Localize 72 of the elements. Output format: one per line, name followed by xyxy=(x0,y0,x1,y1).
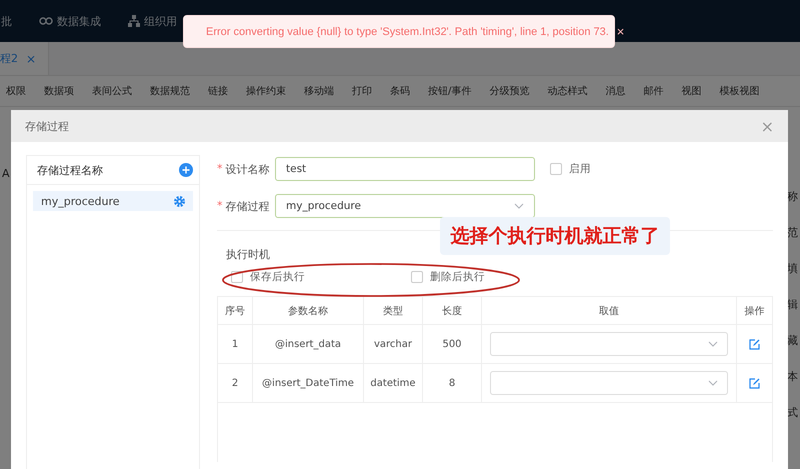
column-header: 操作 xyxy=(744,304,766,318)
checkbox-label[interactable]: 保存后执行 xyxy=(250,270,305,284)
tab[interactable]: 程2 × xyxy=(0,42,50,75)
close-icon[interactable]: × xyxy=(616,24,624,39)
toolbar-item[interactable]: 权限 xyxy=(6,84,26,98)
nav-item[interactable]: 组织用 xyxy=(144,14,177,28)
section-label: 执行时机 xyxy=(226,247,271,262)
toolbar-item[interactable]: 消息 xyxy=(605,84,626,98)
select-field[interactable] xyxy=(490,371,728,395)
toolbar-item[interactable]: 视图 xyxy=(681,84,702,98)
add-icon xyxy=(179,163,193,177)
toolbar-item[interactable]: 动态样式 xyxy=(547,84,588,98)
checkbox[interactable] xyxy=(411,271,423,283)
nav-item[interactable]: 批 xyxy=(1,14,12,28)
table-cell: 2 xyxy=(218,364,253,402)
column-header: 长度 xyxy=(423,297,482,324)
checkbox-label[interactable]: 删除后执行 xyxy=(430,270,485,284)
close-icon[interactable]: × xyxy=(26,52,36,66)
toolbar-item[interactable]: 打印 xyxy=(352,84,372,98)
edit-icon[interactable] xyxy=(749,378,760,388)
table-cell: @insert_DateTime xyxy=(253,364,364,402)
toolbar-item[interactable]: 按钮/事件 xyxy=(428,84,472,98)
toolbar-item[interactable]: 移动端 xyxy=(304,84,334,98)
table-cell: @insert_data xyxy=(253,325,364,363)
text-fragment: 填 xyxy=(787,261,798,276)
annotation-callout: 选择个执行时机就正常了 xyxy=(440,217,670,255)
error-message: Error converting value {null} to type 'System.Int32'. Path 'timing', line 1, position 73. xyxy=(206,26,609,38)
close-icon[interactable]: × xyxy=(760,116,774,136)
text-fragment: A xyxy=(2,167,10,180)
toolbar-item[interactable]: 模板视图 xyxy=(719,84,760,98)
required-mark: * xyxy=(217,198,222,214)
table-cell: varchar xyxy=(364,325,423,363)
sidebar-item[interactable]: my_procedure xyxy=(33,191,193,211)
checkbox[interactable] xyxy=(550,163,562,175)
toolbar-item[interactable]: 表间公式 xyxy=(92,84,132,98)
column-header: 参数名称 xyxy=(253,297,364,324)
checkbox-label[interactable]: 启用 xyxy=(569,162,591,176)
column-header: 序号 xyxy=(218,297,253,324)
gear-icon xyxy=(174,196,185,206)
column-header: 取值 xyxy=(482,297,737,324)
sidebar-title: 存储过程名称 xyxy=(37,162,103,178)
table-cell: datetime xyxy=(364,364,423,402)
toolbar-item[interactable]: 数据项 xyxy=(44,84,74,98)
text-fragment: 藏 xyxy=(787,333,798,348)
input-field[interactable]: test xyxy=(275,157,535,181)
dialog-title: 存储过程 xyxy=(25,118,69,134)
toolbar-item[interactable]: 数据规范 xyxy=(150,84,190,98)
toolbar-item[interactable]: 链接 xyxy=(208,84,228,98)
chevron-down-icon xyxy=(708,380,718,386)
link-icon xyxy=(39,16,53,26)
text-fragment: 本 xyxy=(787,369,798,384)
chevron-down-icon xyxy=(708,341,718,347)
edit-icon[interactable] xyxy=(749,338,760,350)
toolbar-item[interactable]: 邮件 xyxy=(643,84,664,98)
toolbar-item[interactable]: 条码 xyxy=(390,84,410,98)
required-mark: * xyxy=(217,162,222,176)
select-field[interactable] xyxy=(490,332,728,356)
chevron-down-icon xyxy=(514,203,524,209)
text-fragment: 称 xyxy=(787,189,798,204)
toolbar-item[interactable]: 操作约束 xyxy=(246,84,286,98)
table-cell: 8 xyxy=(423,364,482,402)
table-cell: 500 xyxy=(423,325,482,363)
checkbox[interactable] xyxy=(231,271,243,283)
field-label: 设计名称 xyxy=(226,162,270,176)
org-chart-icon xyxy=(128,15,140,27)
text-fragment: 范 xyxy=(787,225,798,240)
column-header: 类型 xyxy=(364,297,423,324)
toolbar-item[interactable]: 分级预览 xyxy=(489,84,530,98)
field-label: 存储过程 xyxy=(226,198,270,214)
table-cell: 1 xyxy=(218,325,253,363)
nav-item[interactable]: 数据集成 xyxy=(57,14,101,28)
text-fragment: 辑 xyxy=(787,297,798,312)
